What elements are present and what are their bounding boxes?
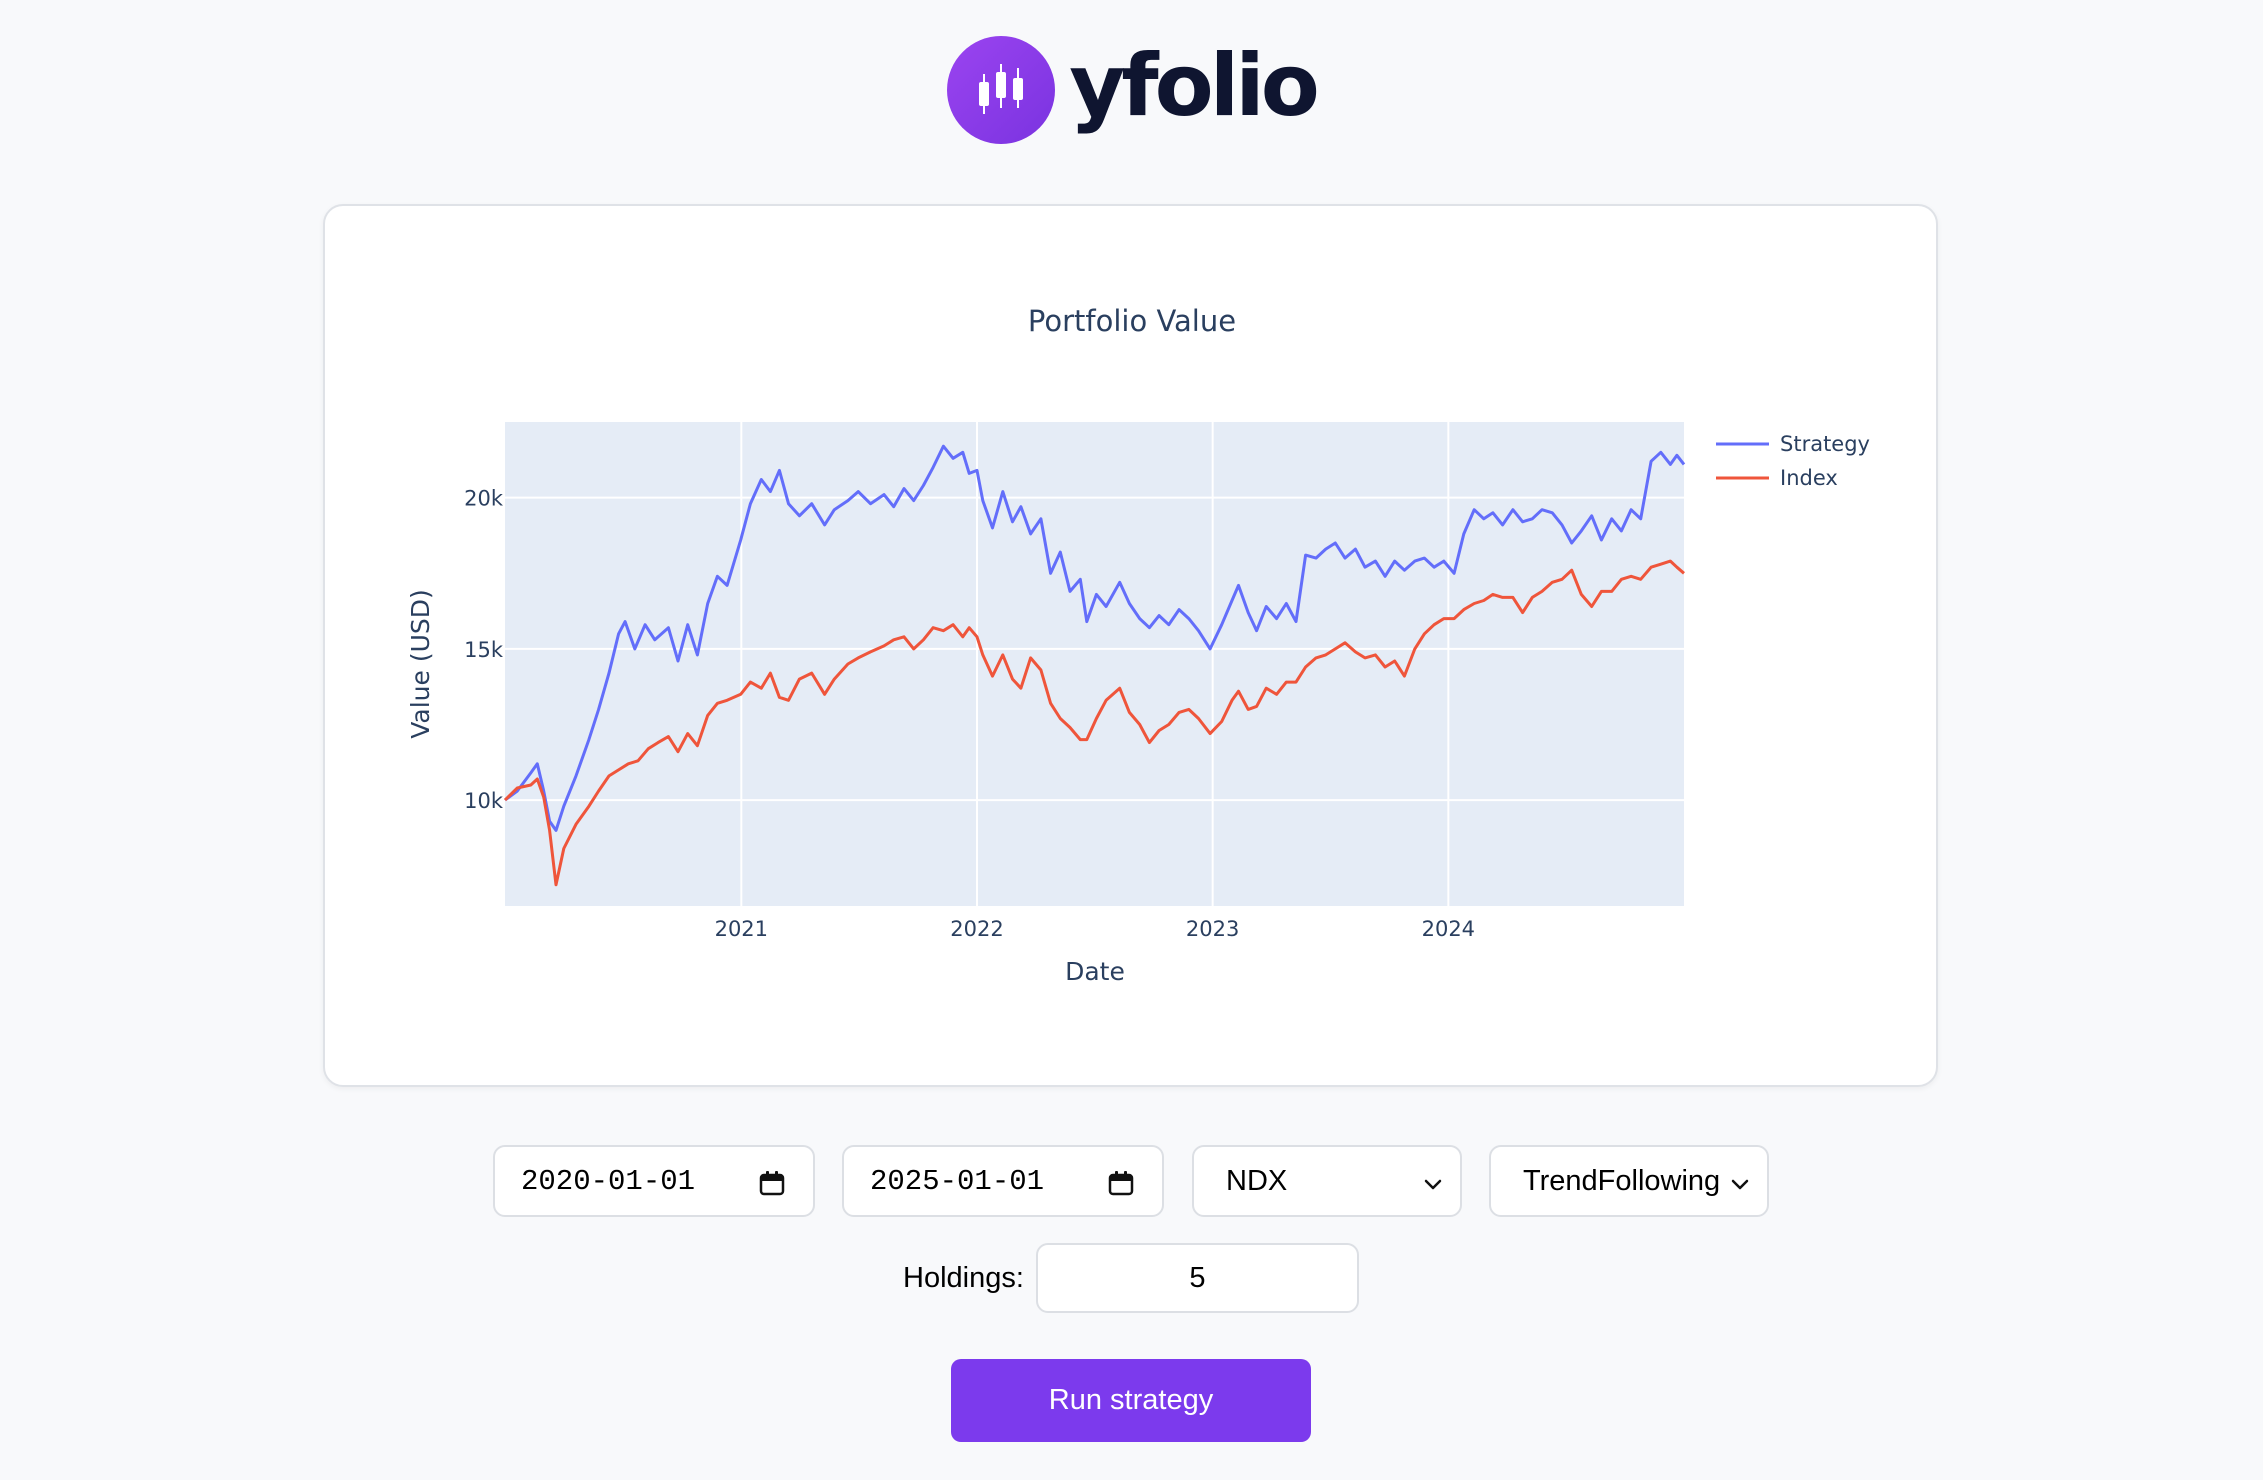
start-date-value: 2020-01-01: [521, 1164, 696, 1198]
chart-title: Portfolio Value: [1028, 304, 1236, 338]
x-tick-label: 2022: [950, 917, 1003, 941]
x-tick-label: 2023: [1186, 917, 1239, 941]
portfolio-chart: Portfolio Value 2021 2022 2023 2024 10k 15k 20…: [406, 304, 1870, 986]
calendar-icon[interactable]: [1108, 1170, 1134, 1196]
y-tick-label: 15k: [464, 638, 504, 662]
chevron-down-icon: [1731, 1179, 1749, 1190]
strategy-select-value: TrendFollowing: [1523, 1164, 1721, 1197]
chevron-down-icon: [1424, 1179, 1442, 1190]
legend-item-strategy[interactable]: Strategy: [1716, 432, 1870, 456]
legend-label: Strategy: [1780, 432, 1870, 456]
index-select[interactable]: NDX: [1192, 1145, 1462, 1217]
plot-area: [505, 422, 1684, 906]
y-tick-label: 20k: [464, 487, 504, 511]
calendar-icon[interactable]: [759, 1170, 785, 1196]
end-date-input[interactable]: 2025-01-01: [842, 1145, 1164, 1217]
run-strategy-button[interactable]: Run strategy: [951, 1359, 1311, 1442]
strategy-select[interactable]: TrendFollowing: [1489, 1145, 1769, 1217]
legend-label: Index: [1780, 466, 1838, 490]
chart-card: Portfolio Value 2021 2022 2023 2024 10k 15k 20…: [323, 204, 1938, 1087]
y-axis-title: Value (USD): [406, 589, 435, 739]
y-tick-label: 10k: [464, 789, 504, 813]
end-date-value: 2025-01-01: [870, 1164, 1045, 1198]
start-date-input[interactable]: 2020-01-01: [493, 1145, 815, 1217]
candlestick-icon: [947, 36, 1056, 144]
legend-item-index[interactable]: Index: [1716, 466, 1838, 490]
header: yfolio: [0, 30, 2263, 150]
index-select-value: NDX: [1226, 1164, 1288, 1197]
x-tick-label: 2024: [1422, 917, 1475, 941]
holdings-input[interactable]: 5: [1036, 1243, 1359, 1313]
x-tick-label: 2021: [715, 917, 768, 941]
legend[interactable]: Strategy Index: [1716, 432, 1870, 490]
brand-name: yfolio: [1069, 36, 1320, 136]
x-axis-title: Date: [1065, 957, 1125, 986]
holdings-label: Holdings:: [903, 1262, 1024, 1294]
